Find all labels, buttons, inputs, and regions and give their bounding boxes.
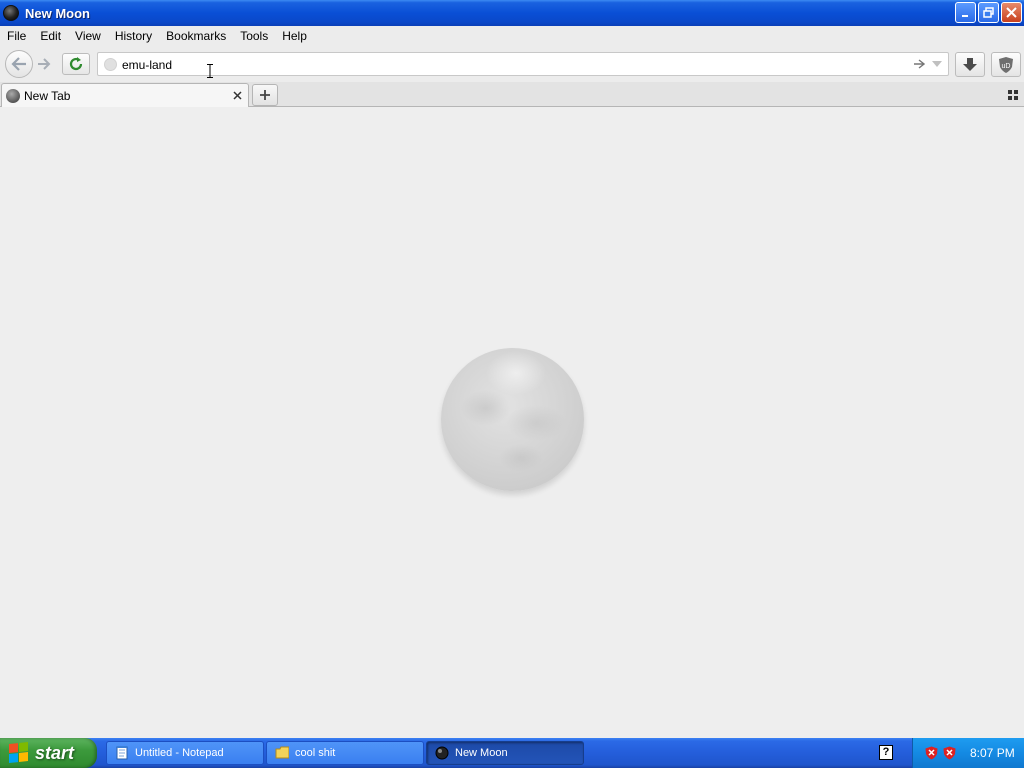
menu-history[interactable]: History	[108, 29, 159, 43]
grid-dot	[1014, 96, 1018, 100]
tab-new-tab[interactable]: New Tab	[1, 83, 249, 107]
reload-button[interactable]	[62, 53, 90, 75]
restore-icon	[983, 7, 994, 18]
go-arrow-icon	[914, 59, 925, 69]
taskbar-button-cool-shit[interactable]: cool shit	[266, 741, 424, 765]
chevron-down-icon	[932, 61, 942, 67]
tray-clock[interactable]: 8:07 PM	[970, 746, 1015, 760]
grid-dot	[1008, 90, 1012, 94]
forward-button[interactable]	[33, 54, 55, 74]
menu-help[interactable]: Help	[275, 29, 314, 43]
notepad-icon	[116, 746, 128, 760]
ublock-shield-icon: uD	[999, 56, 1013, 73]
window-controls	[955, 2, 1022, 23]
help-icon[interactable]: ?	[879, 745, 893, 760]
menu-view[interactable]: View	[68, 29, 108, 43]
download-arrow-icon	[963, 57, 977, 71]
plus-icon	[260, 90, 270, 100]
site-identity-icon[interactable]	[104, 58, 117, 71]
menu-edit[interactable]: Edit	[33, 29, 68, 43]
restore-button[interactable]	[978, 2, 999, 23]
window-title: New Moon	[25, 5, 90, 21]
close-icon	[233, 91, 242, 100]
taskbar-button-label: Untitled - Notepad	[135, 747, 224, 759]
new-tab-page	[0, 107, 1024, 738]
taskbar-button-label: cool shit	[295, 747, 336, 759]
list-all-tabs-button[interactable]	[1008, 90, 1018, 100]
tab-strip: New Tab	[0, 82, 1024, 107]
url-history-dropdown[interactable]	[930, 57, 944, 71]
forward-arrow-icon	[38, 58, 51, 70]
grid-dot	[1014, 90, 1018, 94]
menu-bookmarks[interactable]: Bookmarks	[159, 29, 233, 43]
start-label: start	[35, 742, 75, 763]
svg-text:uD: uD	[1002, 63, 1011, 70]
ublock-button[interactable]: uD	[991, 52, 1021, 77]
taskbar-button-new-moon[interactable]: New Moon	[426, 741, 584, 765]
grid-dot	[1008, 96, 1012, 100]
new-moon-app-icon[interactable]	[3, 5, 19, 21]
close-icon	[1006, 7, 1017, 18]
windows-logo-icon	[9, 742, 29, 764]
navigation-toolbar: uD	[0, 46, 1024, 82]
menu-tools[interactable]: Tools	[233, 29, 275, 43]
system-tray: 8:07 PM	[912, 738, 1024, 768]
url-bar[interactable]	[97, 52, 949, 76]
url-input[interactable]	[122, 56, 902, 73]
globe-icon	[6, 88, 20, 103]
taskbar: start Untitled - Notepad cool shit New M…	[0, 738, 1024, 768]
text-cursor-icon	[207, 64, 213, 78]
tab-close-button[interactable]	[233, 88, 242, 102]
close-window-button[interactable]	[1001, 2, 1022, 23]
minimize-icon	[962, 15, 968, 17]
go-button[interactable]	[912, 57, 926, 71]
new-tab-button[interactable]	[252, 84, 278, 106]
taskbar-button-notepad[interactable]: Untitled - Notepad	[106, 741, 264, 765]
new-moon-icon	[435, 746, 449, 760]
title-bar[interactable]: New Moon	[0, 0, 1024, 26]
minimize-button[interactable]	[955, 2, 976, 23]
new-moon-logo	[441, 348, 584, 491]
back-arrow-icon	[11, 57, 26, 71]
downloads-button[interactable]	[955, 52, 985, 77]
menu-bar: File Edit View History Bookmarks Tools H…	[0, 26, 1024, 46]
tab-label: New Tab	[24, 88, 71, 103]
taskbar-button-label: New Moon	[455, 747, 508, 759]
security-alert-shield-icon[interactable]	[943, 746, 956, 760]
back-button[interactable]	[5, 50, 33, 78]
security-alert-shield-icon[interactable]	[925, 746, 938, 760]
reload-icon	[69, 57, 83, 71]
folder-icon	[275, 746, 289, 759]
menu-file[interactable]: File	[0, 29, 33, 43]
start-button[interactable]: start	[0, 738, 97, 768]
